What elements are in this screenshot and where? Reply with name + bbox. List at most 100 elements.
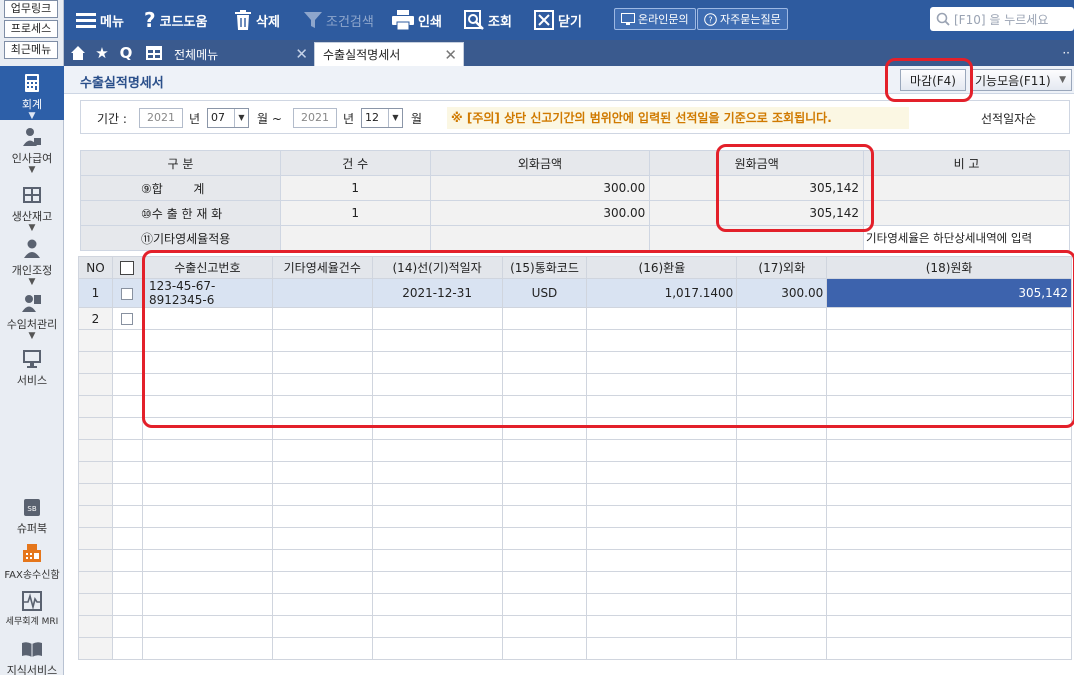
sidebar-item-label: 개인조정 — [11, 264, 53, 277]
online-inquiry-button[interactable]: 온라인문의 — [614, 8, 696, 30]
empty-cell — [271, 505, 373, 528]
from-month-select[interactable]: 07 ▼ — [207, 108, 249, 128]
from-year-field[interactable]: 2021 — [139, 108, 183, 128]
empty-cell — [371, 593, 503, 616]
won-cell[interactable]: 305,142 — [826, 278, 1072, 308]
sort-label[interactable]: 선적일자순 — [981, 110, 1036, 127]
other-count-cell[interactable] — [271, 278, 373, 308]
empty-row — [78, 417, 1072, 440]
chevron-down-icon: ▼ — [234, 109, 248, 127]
close-button[interactable]: 닫기 — [534, 0, 582, 40]
table-row[interactable]: 2 — [78, 307, 1072, 330]
empty-cell — [586, 527, 738, 550]
empty-cell — [111, 637, 143, 660]
empty-cell — [501, 483, 588, 506]
more-tabs-icon[interactable]: ·· — [1062, 46, 1070, 60]
empty-cell — [271, 417, 373, 440]
other-count-cell[interactable] — [271, 307, 373, 330]
empty-cell — [586, 505, 738, 528]
empty-cell — [271, 615, 373, 638]
faq-button[interactable]: ? 자주묻는질문 — [697, 8, 788, 30]
empty-cell — [586, 395, 738, 418]
sidebar-item-accounting[interactable]: 회계 ▼ — [0, 66, 64, 121]
grid-header-no: NO — [78, 256, 113, 279]
empty-cell — [371, 527, 503, 550]
empty-cell — [78, 351, 113, 374]
row-checkbox-cell[interactable] — [111, 278, 143, 308]
empty-cell — [586, 439, 738, 462]
trash-icon — [235, 10, 251, 30]
quick-link-recent[interactable]: 최근메뉴 — [4, 41, 58, 59]
empty-cell — [271, 373, 373, 396]
delete-button[interactable]: 삭제 — [234, 0, 280, 40]
to-year-field[interactable]: 2021 — [293, 108, 337, 128]
menu-grid-icon[interactable] — [144, 43, 164, 63]
sidebar-item-service[interactable]: 서비스 — [0, 348, 64, 388]
sidebar-item-production[interactable]: 생산재고 ▼ — [0, 184, 64, 233]
print-button[interactable]: 인쇄 — [392, 0, 442, 40]
empty-row — [78, 373, 1072, 396]
empty-cell — [141, 483, 273, 506]
empty-cell — [371, 549, 503, 572]
empty-cell — [371, 615, 503, 638]
close-period-button[interactable]: 마감(F4) — [900, 69, 966, 91]
ship-date-cell[interactable]: 2021-12-31 — [371, 278, 503, 308]
chevron-down-icon: ▼ — [388, 109, 402, 127]
quick-search-icon[interactable]: Q — [116, 43, 136, 63]
tab-export-statement[interactable]: 수출실적명세서 ✕ — [314, 42, 464, 66]
grid-header: (16)환율 — [586, 256, 738, 279]
empty-cell — [111, 615, 143, 638]
sidebar-item-knowledge[interactable]: 지식서비스 — [0, 638, 64, 675]
won-cell[interactable] — [826, 307, 1072, 330]
menu-button[interactable]: 메뉴 — [76, 0, 124, 40]
quick-link-work[interactable]: 업무링크 — [4, 0, 58, 18]
currency-cell[interactable]: USD — [501, 278, 588, 308]
close-icon[interactable]: ✕ — [444, 46, 457, 64]
row-checkbox[interactable] — [121, 287, 134, 300]
tab-all-menu[interactable]: 전체메뉴 ✕ — [166, 42, 314, 66]
rate-cell[interactable]: 1,017.1400 — [586, 278, 738, 308]
quick-link-process[interactable]: 프로세스 — [4, 20, 58, 38]
search-input[interactable]: [F10] 을 누르세요 — [930, 7, 1074, 31]
row-checkbox[interactable] — [121, 313, 134, 325]
close-icon[interactable]: ✕ — [295, 45, 308, 63]
empty-cell — [371, 571, 503, 594]
empty-row — [78, 527, 1072, 550]
book-icon — [22, 642, 42, 657]
functions-menu-button[interactable]: 기능모음(F11) ▼ — [970, 69, 1072, 91]
sidebar-item-payroll[interactable]: 인사급여 ▼ — [0, 126, 64, 175]
empty-cell — [736, 505, 828, 528]
empty-cell — [141, 329, 273, 352]
empty-cell — [111, 483, 143, 506]
lookup-button[interactable]: 조회 — [464, 0, 512, 40]
empty-cell — [371, 461, 503, 484]
select-all-checkbox[interactable] — [120, 260, 135, 275]
code-help-button[interactable]: ? 코드도움 — [144, 0, 207, 40]
empty-rows — [78, 329, 1072, 660]
empty-cell — [271, 395, 373, 418]
empty-cell — [501, 615, 588, 638]
condition-search-button[interactable]: 조건검색 — [304, 0, 374, 40]
table-row[interactable]: 1 123-45-67-8912345-6 2021-12-31 USD 1,0… — [78, 278, 1072, 308]
sidebar-item-clients[interactable]: 수임처관리 ▼ — [0, 292, 64, 341]
export-number-cell[interactable] — [141, 307, 273, 330]
sidebar-item-superbook[interactable]: SB 슈퍼북 — [0, 496, 64, 536]
sidebar-item-fax[interactable]: FAX송수신함 — [0, 542, 64, 584]
export-number-cell[interactable]: 123-45-67-8912345-6 — [141, 278, 273, 308]
rate-cell[interactable] — [586, 307, 738, 330]
foreign-cell[interactable] — [736, 307, 828, 330]
grid-header: (14)선(기)적일자 — [371, 256, 503, 279]
ship-date-cell[interactable] — [371, 307, 503, 330]
empty-cell — [736, 329, 828, 352]
star-icon[interactable]: ★ — [92, 43, 112, 63]
foreign-cell[interactable]: 300.00 — [736, 278, 828, 308]
sidebar-item-personal[interactable]: 개인조정 ▼ — [0, 238, 64, 287]
close-box-icon — [534, 10, 554, 30]
home-icon[interactable] — [68, 43, 88, 63]
grid-header-select-all[interactable] — [111, 256, 143, 279]
empty-cell — [501, 593, 588, 616]
to-month-select[interactable]: 12 ▼ — [361, 108, 403, 128]
sidebar-item-mri[interactable]: 세무회계 MRI — [0, 590, 64, 630]
row-checkbox-cell[interactable] — [111, 307, 143, 330]
currency-cell[interactable] — [501, 307, 588, 330]
